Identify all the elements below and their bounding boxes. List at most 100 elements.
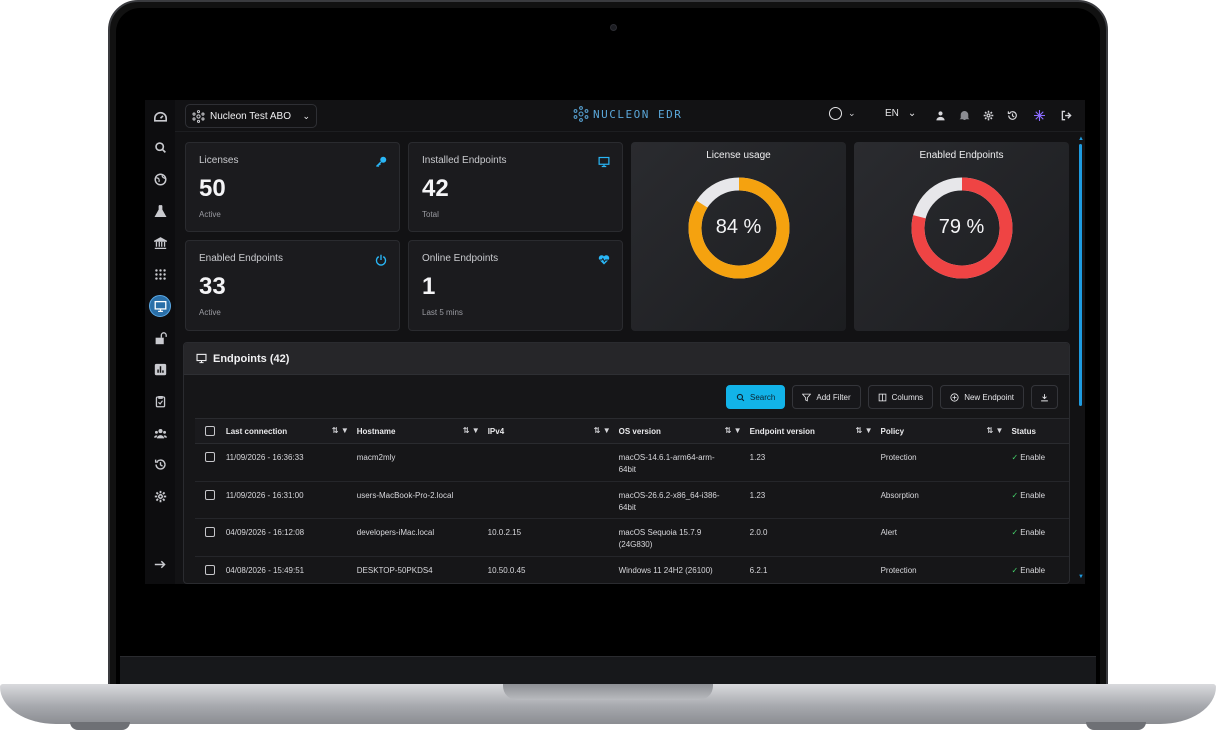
license-usage-card: License usage 84 % [631, 142, 846, 331]
bar-chart-icon[interactable] [151, 360, 169, 378]
row-checkbox[interactable] [205, 527, 215, 537]
endpoints-panel: Endpoints (42) Search Add Filter Columns… [183, 342, 1070, 584]
laptop-foot-right [1086, 722, 1146, 730]
logout-icon[interactable] [1059, 108, 1073, 122]
download-button[interactable] [1031, 385, 1058, 409]
column-header[interactable]: IPv4 ⇅ ▼ [488, 426, 619, 436]
row-checkbox[interactable] [205, 452, 215, 462]
cell-policy: Protection [880, 453, 917, 462]
card-sublabel: Total [422, 210, 439, 219]
cell-policy: Absorption [880, 490, 919, 500]
settings-icon[interactable] [151, 487, 169, 505]
column-header[interactable]: Last connection ⇅ ▼ [226, 426, 357, 436]
users-icon[interactable] [151, 424, 169, 442]
dashboard-icon[interactable] [151, 108, 169, 126]
history-icon[interactable] [1005, 108, 1019, 122]
sort-filter-icon[interactable]: ⇅ ▼ [332, 426, 349, 435]
sidebar [145, 100, 175, 584]
cell-os-version: Windows 11 24H2 (26100) [618, 565, 713, 575]
nucleon-logo-icon [573, 106, 589, 122]
search-icon [736, 393, 745, 401]
column-label: Endpoint version [749, 426, 815, 436]
donut-title: Enabled Endpoints [919, 150, 1004, 161]
sparkle-icon[interactable] [1032, 108, 1046, 122]
expand-sidebar-icon[interactable] [151, 555, 169, 573]
key-icon [375, 155, 387, 168]
card-sublabel: Active [199, 308, 221, 317]
cell-last-connection: 04/08/2026 - 15:49:51 [225, 565, 305, 575]
bell-icon[interactable] [957, 108, 971, 122]
network-icon [192, 109, 205, 123]
donut-percent: 84 % [715, 216, 762, 238]
vertical-scrollbar[interactable]: ▲ ▼ [1078, 136, 1084, 580]
globe-icon[interactable] [151, 170, 169, 188]
cell-os-version: macOS Sequoia 15.7.9 (24G830) [618, 528, 702, 549]
table-row[interactable]: 04/09/2026 - 16:12:08 developers-iMac.lo… [195, 519, 1070, 557]
status-label: Enable [1020, 528, 1046, 537]
add-filter-button[interactable]: Add Filter [792, 385, 861, 409]
cell-status: ✓ Enable [1012, 527, 1070, 539]
sort-filter-icon[interactable]: ⇅ ▼ [725, 426, 742, 435]
theme-icon [829, 107, 842, 120]
sort-filter-icon[interactable]: ⇅ ▼ [987, 426, 1004, 435]
add-filter-label: Add Filter [816, 392, 851, 402]
licenses-card: Licenses 50 Active [185, 142, 400, 232]
columns-button[interactable]: Columns [867, 385, 934, 409]
cell-os-version: macOS-26.6.2-x86_64-i386-64bit [618, 490, 720, 512]
panel-header: Endpoints (42) [184, 343, 1069, 375]
flask-icon[interactable] [151, 202, 169, 220]
cell-hostname: DESKTOP-50PKDS4 [356, 565, 433, 575]
theme-toggle[interactable]: ⌄ [829, 107, 856, 120]
search-icon[interactable] [151, 138, 169, 156]
user-icon[interactable] [933, 108, 947, 122]
column-header[interactable]: Policy ⇅ ▼ [881, 426, 1012, 436]
cell-policy: Protection [880, 565, 917, 575]
select-all-checkbox[interactable] [205, 426, 215, 436]
column-header[interactable]: Hostname ⇅ ▼ [357, 426, 488, 436]
sort-filter-icon[interactable]: ⇅ ▼ [856, 426, 873, 435]
column-header[interactable]: Endpoint version ⇅ ▼ [749, 426, 881, 436]
search-button[interactable]: Search [726, 385, 786, 409]
scroll-down-icon[interactable]: ▼ [1078, 574, 1084, 580]
plus-circle-icon [950, 392, 959, 402]
apps-grid-icon[interactable] [151, 265, 169, 283]
clipboard-icon[interactable] [151, 392, 169, 410]
row-checkbox[interactable] [205, 489, 215, 500]
gear-icon[interactable] [981, 108, 995, 122]
column-header[interactable]: Status [1011, 426, 1069, 436]
sort-filter-icon[interactable]: ⇅ ▼ [463, 426, 480, 435]
organization-select[interactable]: Nucleon Test ABO ⌄ [185, 104, 317, 128]
new-endpoint-button[interactable]: New Endpoint [940, 385, 1024, 409]
scroll-thumb[interactable] [1079, 144, 1082, 406]
app-screen: Nucleon Test ABO ⌄ NUCLEON EDR ⌄ EN ⌄ Li… [145, 100, 1085, 584]
cell-hostname: macm2mly [356, 453, 396, 462]
cell-hostname: users-MacBook-Pro-2.local [356, 490, 454, 500]
table-row[interactable]: 11/09/2026 - 16:31:00 users-MacBook-Pro-… [195, 482, 1069, 519]
sort-filter-icon[interactable]: ⇅ ▼ [594, 426, 611, 435]
bank-icon[interactable] [151, 234, 169, 252]
table-header: Last connection ⇅ ▼ Hostname ⇅ ▼ IPv4 ⇅ ▼ O… [195, 418, 1069, 444]
row-checkbox[interactable] [205, 564, 215, 575]
language-select[interactable]: EN ⌄ [885, 108, 916, 119]
table-row[interactable]: 04/08/2026 - 15:49:51 DESKTOP-50PKDS4 10… [195, 557, 1069, 584]
status-label: Enable [1020, 565, 1046, 575]
column-label: Status [1011, 426, 1036, 436]
new-endpoint-label: New Endpoint [964, 392, 1014, 402]
organization-name: Nucleon Test ABO [210, 110, 291, 122]
camera-icon [610, 24, 617, 31]
online-endpoints-card: Online Endpoints 1 Last 5 mins [408, 240, 623, 331]
endpoints-icon[interactable] [149, 295, 171, 317]
check-icon: ✓ [1011, 490, 1019, 500]
chevron-down-icon: ⌄ [907, 108, 917, 119]
unlock-icon[interactable] [151, 329, 169, 347]
card-value: 42 [422, 175, 449, 202]
history-icon[interactable] [151, 455, 169, 473]
column-header[interactable]: OS version ⇅ ▼ [619, 426, 750, 436]
scroll-up-icon[interactable]: ▲ [1078, 136, 1084, 142]
endpoints-table: Last connection ⇅ ▼ Hostname ⇅ ▼ IPv4 ⇅ ▼ O… [195, 418, 1070, 584]
table-row[interactable]: 11/09/2026 - 16:36:33 macm2mly macOS-14.… [195, 444, 1069, 482]
cell-endpoint-version: 1.23 [749, 490, 766, 500]
card-sublabel: Last 5 mins [422, 308, 463, 317]
enabled-endpoints-card: Enabled Endpoints 33 Active [185, 240, 400, 331]
table-toolbar: Search Add Filter Columns New Endpoint [726, 385, 1058, 409]
